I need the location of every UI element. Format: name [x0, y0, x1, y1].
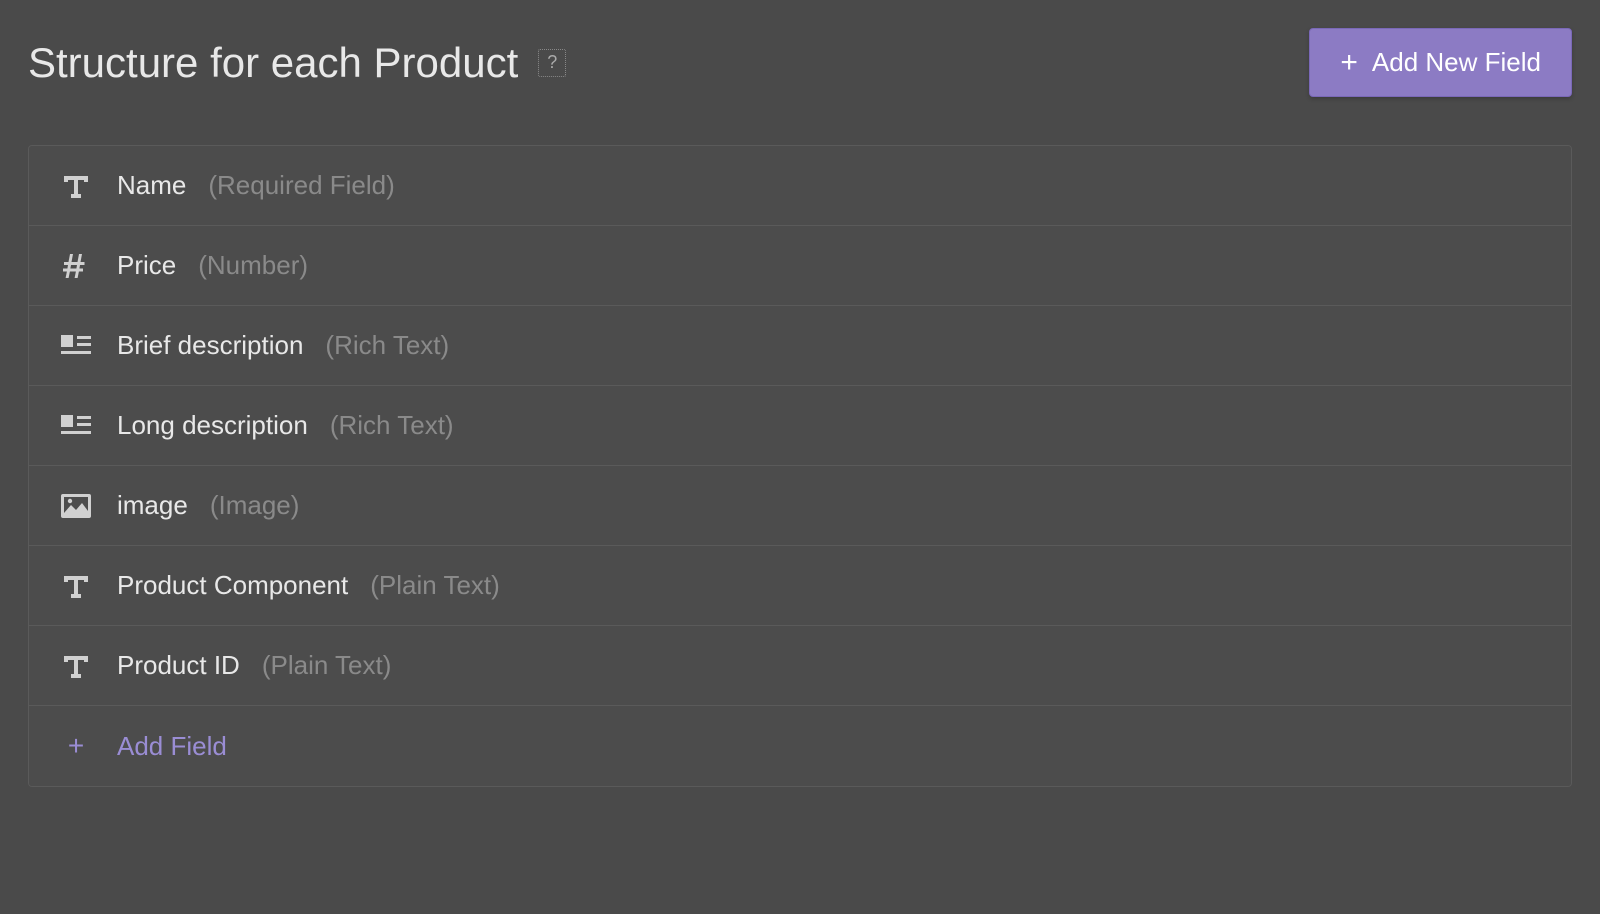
field-row-long-description[interactable]: Long description (Rich Text) [29, 386, 1571, 466]
field-type: (Plain Text) [370, 570, 500, 601]
field-row-image[interactable]: image (Image) [29, 466, 1571, 546]
add-new-field-label: Add New Field [1372, 47, 1541, 78]
field-row-product-component[interactable]: Product Component (Plain Text) [29, 546, 1571, 626]
field-type: (Number) [198, 250, 308, 281]
field-type: (Plain Text) [262, 650, 392, 681]
image-type-icon [59, 492, 93, 520]
title-group: Structure for each Product ? [28, 39, 566, 87]
richtext-type-icon [59, 332, 93, 360]
field-row-product-id[interactable]: Product ID (Plain Text) [29, 626, 1571, 706]
header-row: Structure for each Product ? + Add New F… [28, 28, 1572, 97]
field-name: Brief description [117, 330, 303, 361]
plus-icon: + [59, 730, 93, 762]
field-name: Product Component [117, 570, 348, 601]
help-icon[interactable]: ? [538, 49, 566, 77]
field-name: Product ID [117, 650, 240, 681]
text-type-icon [59, 572, 93, 600]
add-field-button[interactable]: + Add Field [29, 706, 1571, 786]
add-new-field-button[interactable]: + Add New Field [1309, 28, 1572, 97]
field-type: (Image) [210, 490, 300, 521]
field-row-brief-description[interactable]: Brief description (Rich Text) [29, 306, 1571, 386]
fields-container: Name (Required Field) Price (Number) Bri… [28, 145, 1572, 787]
page-title: Structure for each Product [28, 39, 518, 87]
text-type-icon [59, 172, 93, 200]
field-name: Name [117, 170, 186, 201]
field-type: (Required Field) [208, 170, 394, 201]
field-type: (Rich Text) [330, 410, 454, 441]
field-name: image [117, 490, 188, 521]
text-type-icon [59, 652, 93, 680]
field-name: Price [117, 250, 176, 281]
field-name: Long description [117, 410, 308, 441]
richtext-type-icon [59, 412, 93, 440]
field-type: (Rich Text) [325, 330, 449, 361]
plus-icon: + [1340, 48, 1358, 78]
field-row-price[interactable]: Price (Number) [29, 226, 1571, 306]
number-type-icon [59, 252, 93, 280]
field-row-name[interactable]: Name (Required Field) [29, 146, 1571, 226]
add-field-label: Add Field [117, 731, 227, 762]
